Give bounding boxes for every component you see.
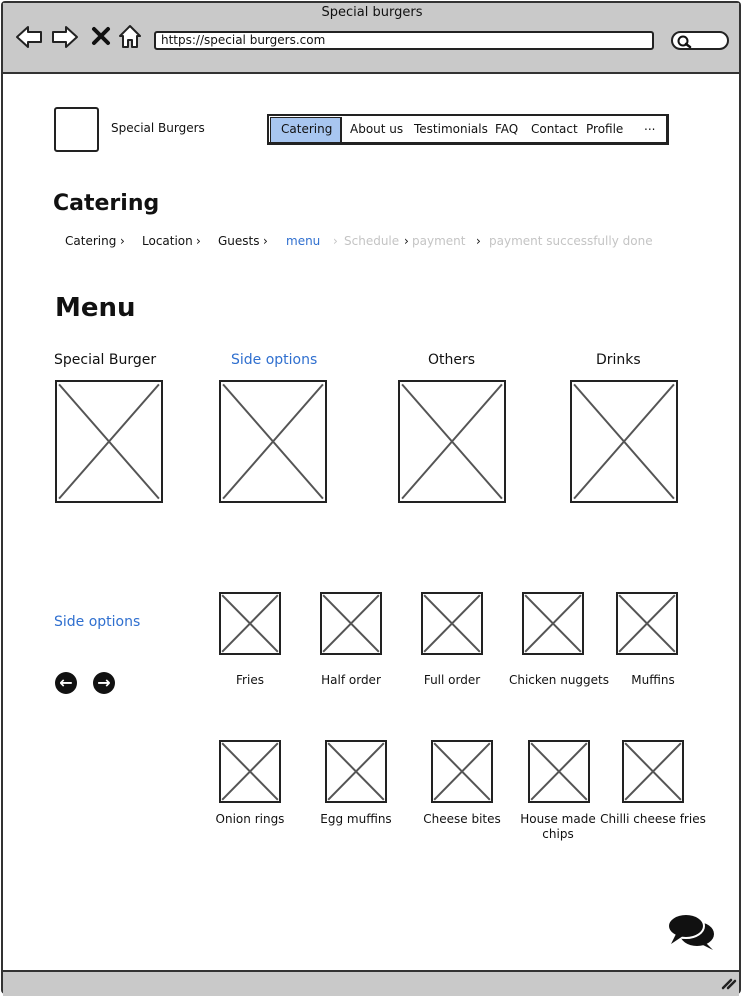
prev-icon[interactable]: ←: [55, 672, 77, 694]
forward-icon[interactable]: [51, 24, 79, 50]
nav-testimonials[interactable]: Testimonials: [414, 122, 488, 136]
item-half-order-label: Half order: [321, 673, 381, 687]
item-egg-muffins-label: Egg muffins: [320, 812, 392, 826]
nav-catering[interactable]: Catering: [281, 122, 332, 136]
breadcrumb-separator: ›: [476, 234, 481, 248]
logo-placeholder: [54, 107, 99, 152]
item-onion-rings-label: Onion rings: [215, 812, 285, 826]
category-side-options-label[interactable]: Side options: [231, 352, 317, 368]
brand-name: Special Burgers: [111, 121, 205, 135]
item-house-made-chips-image[interactable]: [528, 740, 590, 803]
breadcrumb-menu[interactable]: menu: [286, 234, 320, 248]
breadcrumb-payment: payment: [412, 234, 466, 248]
home-icon[interactable]: [117, 23, 143, 49]
breadcrumb-separator: ›: [263, 234, 268, 248]
breadcrumb-separator: ›: [120, 234, 125, 248]
breadcrumb-separator: ›: [404, 234, 409, 248]
item-chilli-cheese-fries-image[interactable]: [622, 740, 684, 803]
breadcrumb-payment-done: payment successfully done: [489, 234, 653, 248]
item-muffins-label: Muffins: [631, 673, 675, 687]
category-drinks-label[interactable]: Drinks: [596, 352, 641, 368]
breadcrumb-guests[interactable]: Guests: [218, 234, 260, 248]
main-nav: Catering About us Testimonials FAQ Conta…: [267, 114, 669, 145]
category-side-options-image[interactable]: [219, 380, 327, 503]
breadcrumb-location[interactable]: Location: [142, 234, 193, 248]
resize-grip-icon[interactable]: [721, 976, 737, 990]
side-options-heading: Side options: [54, 614, 141, 630]
nav-about-us[interactable]: About us: [350, 122, 403, 136]
nav-contact[interactable]: Contact: [531, 122, 578, 136]
item-muffins-image[interactable]: [616, 592, 678, 655]
item-fries-label: Fries: [236, 673, 264, 687]
back-icon[interactable]: [15, 24, 43, 50]
breadcrumb-separator: ›: [333, 234, 338, 248]
item-chicken-nuggets-image[interactable]: [522, 592, 584, 655]
category-others-image[interactable]: [398, 380, 506, 503]
chat-icon[interactable]: [667, 912, 717, 952]
search-icon: [677, 35, 692, 48]
search-box[interactable]: [671, 31, 729, 50]
category-drinks-image[interactable]: [570, 380, 678, 503]
item-cheese-bites-image[interactable]: [431, 740, 493, 803]
item-full-order-label: Full order: [423, 673, 481, 687]
item-cheese-bites-label: Cheese bites: [423, 812, 501, 826]
url-input[interactable]: https://special burgers.com: [154, 31, 654, 50]
nav-faq[interactable]: FAQ: [495, 122, 518, 136]
page-title: Catering: [53, 191, 160, 216]
category-others-label[interactable]: Others: [428, 352, 475, 368]
menu-title: Menu: [55, 293, 136, 323]
breadcrumb-catering[interactable]: Catering: [65, 234, 116, 248]
browser-status-bar: [3, 970, 739, 996]
breadcrumb-schedule: Schedule: [344, 234, 400, 248]
next-icon[interactable]: →: [93, 672, 115, 694]
item-house-made-chips-label: House made chips: [520, 812, 596, 841]
nav-more[interactable]: ...: [644, 119, 655, 133]
category-special-burger-image[interactable]: [55, 380, 163, 503]
breadcrumb-separator: ›: [196, 234, 201, 248]
item-egg-muffins-image[interactable]: [325, 740, 387, 803]
category-special-burger-label[interactable]: Special Burger: [54, 352, 156, 368]
item-full-order-image[interactable]: [421, 592, 483, 655]
window-title: Special burgers: [321, 5, 423, 20]
close-icon[interactable]: [91, 26, 111, 46]
nav-profile[interactable]: Profile: [586, 122, 623, 136]
item-half-order-image[interactable]: [320, 592, 382, 655]
item-fries-image[interactable]: [219, 592, 281, 655]
item-chilli-cheese-fries-label: Chilli cheese fries: [600, 812, 706, 826]
item-onion-rings-image[interactable]: [219, 740, 281, 803]
